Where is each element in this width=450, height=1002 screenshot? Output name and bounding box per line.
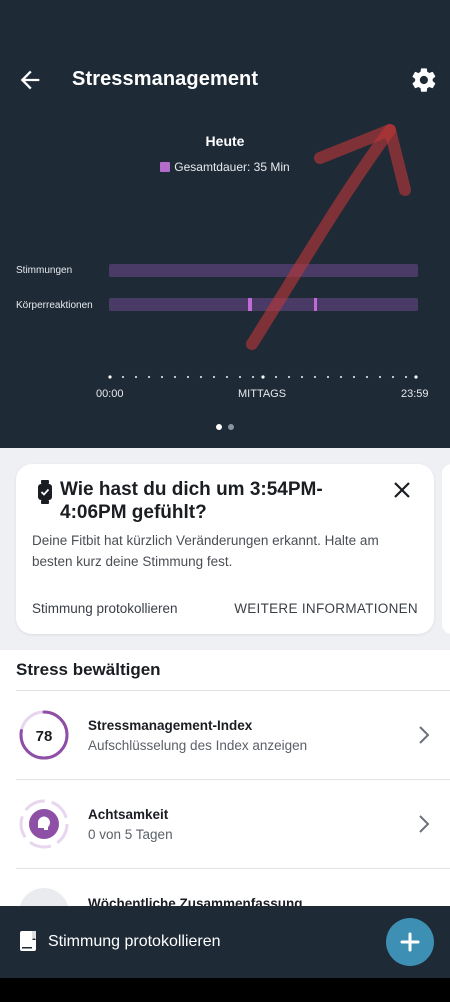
watch-icon	[38, 480, 52, 504]
page-title: Stressmanagement	[72, 68, 259, 90]
stress-score-value: 78	[36, 728, 53, 745]
mindfulness-ring	[19, 799, 69, 849]
list-item-stress-index[interactable]: 78 Stressmanagement-Index Aufschlüsselun…	[0, 691, 450, 779]
card-body: Deine Fitbit hat kürzlich Veränderungen …	[32, 533, 379, 569]
chevron-right-icon	[419, 726, 430, 744]
page-dot-active[interactable]	[216, 424, 222, 430]
row-label-body: Körperreaktionen	[16, 300, 93, 311]
item-title: Stressmanagement-Index	[88, 718, 253, 733]
back-arrow-icon[interactable]	[16, 66, 44, 94]
close-icon[interactable]	[392, 480, 412, 500]
bottom-bar: Stimmung protokollieren	[0, 906, 450, 978]
next-card-peek[interactable]	[442, 464, 450, 634]
page-dot[interactable]	[228, 424, 234, 430]
time-label-start: 00:00	[96, 388, 124, 400]
system-nav-bar	[0, 978, 450, 1002]
list-item-mindfulness[interactable]: Achtsamkeit 0 von 5 Tagen	[0, 780, 450, 868]
add-button[interactable]	[386, 918, 434, 966]
chevron-right-icon	[419, 815, 430, 833]
swipe-gesture-arrow	[246, 124, 411, 350]
journal-icon	[20, 931, 36, 951]
timeline-dots	[108, 375, 418, 379]
manage-stress-section: Stress bewältigen 78 Stressmanagement-In…	[0, 650, 450, 938]
plus-icon	[400, 932, 420, 952]
legend-swatch	[160, 162, 171, 172]
log-mood-link[interactable]: Stimmung protokollieren	[32, 601, 178, 616]
time-label-end: 23:59	[401, 388, 429, 400]
time-label-noon: MITTAGS	[238, 388, 287, 400]
log-mood-label[interactable]: Stimmung protokollieren	[48, 933, 221, 951]
page-indicator	[0, 424, 450, 430]
card-title: Wie hast du dich um 3:54PM-4:06PM gefühl…	[60, 479, 323, 523]
item-subtitle: Aufschlüsselung des Index anzeigen	[88, 738, 308, 753]
app-bar: Stressmanagement	[0, 52, 450, 108]
stress-score-ring: 78	[19, 710, 69, 760]
row-label-moods: Stimmungen	[16, 265, 73, 276]
settings-gear-icon[interactable]	[410, 66, 438, 94]
section-title: Stress bewältigen	[16, 660, 161, 679]
item-subtitle: 0 von 5 Tagen	[88, 827, 173, 842]
more-info-link[interactable]: WEITERE INFORMATIONEN	[234, 601, 418, 616]
item-title: Achtsamkeit	[88, 807, 169, 822]
mood-prompt-card: Wie hast du dich um 3:54PM-4:06PM gefühl…	[16, 464, 434, 634]
stress-hero: Stressmanagement Heute Gesamtdauer: 35 M…	[0, 0, 450, 448]
